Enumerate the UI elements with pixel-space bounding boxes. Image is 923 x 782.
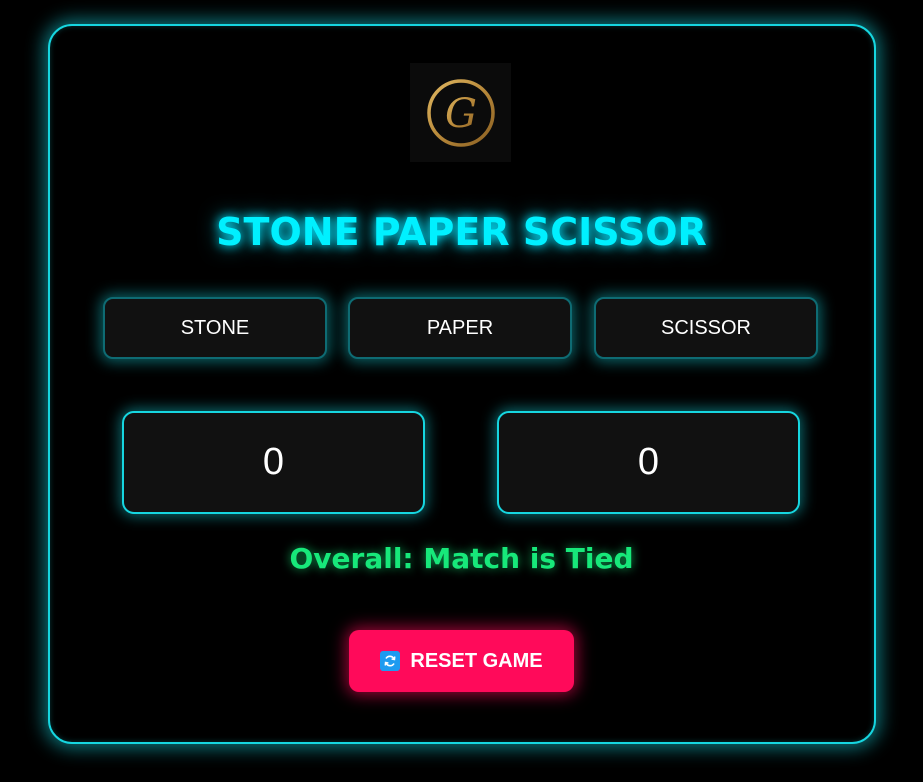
stone-button[interactable]: STONE bbox=[103, 297, 327, 359]
scissor-button[interactable]: SCISSOR bbox=[594, 297, 818, 359]
g-monogram-logo-icon: G bbox=[426, 78, 495, 147]
paper-button-label: PAPER bbox=[426, 316, 494, 339]
refresh-icon bbox=[380, 651, 401, 671]
stone-button-label: STONE bbox=[180, 316, 250, 339]
reset-game-button[interactable]: RESET GAME bbox=[349, 630, 574, 692]
reset-game-label: RESET GAME bbox=[410, 649, 543, 672]
scissor-button-label: SCISSOR bbox=[660, 316, 752, 339]
result-message: Overall: Match is Tied bbox=[289, 542, 634, 575]
computer-score-value: 0 bbox=[637, 441, 660, 483]
computer-score: 0 bbox=[497, 411, 800, 514]
logo: G bbox=[410, 63, 511, 162]
page-title: STONE PAPER SCISSOR bbox=[216, 210, 707, 254]
svg-text:G: G bbox=[445, 91, 477, 137]
user-score: 0 bbox=[122, 411, 425, 514]
user-score-value: 0 bbox=[262, 441, 285, 483]
paper-button[interactable]: PAPER bbox=[348, 297, 572, 359]
